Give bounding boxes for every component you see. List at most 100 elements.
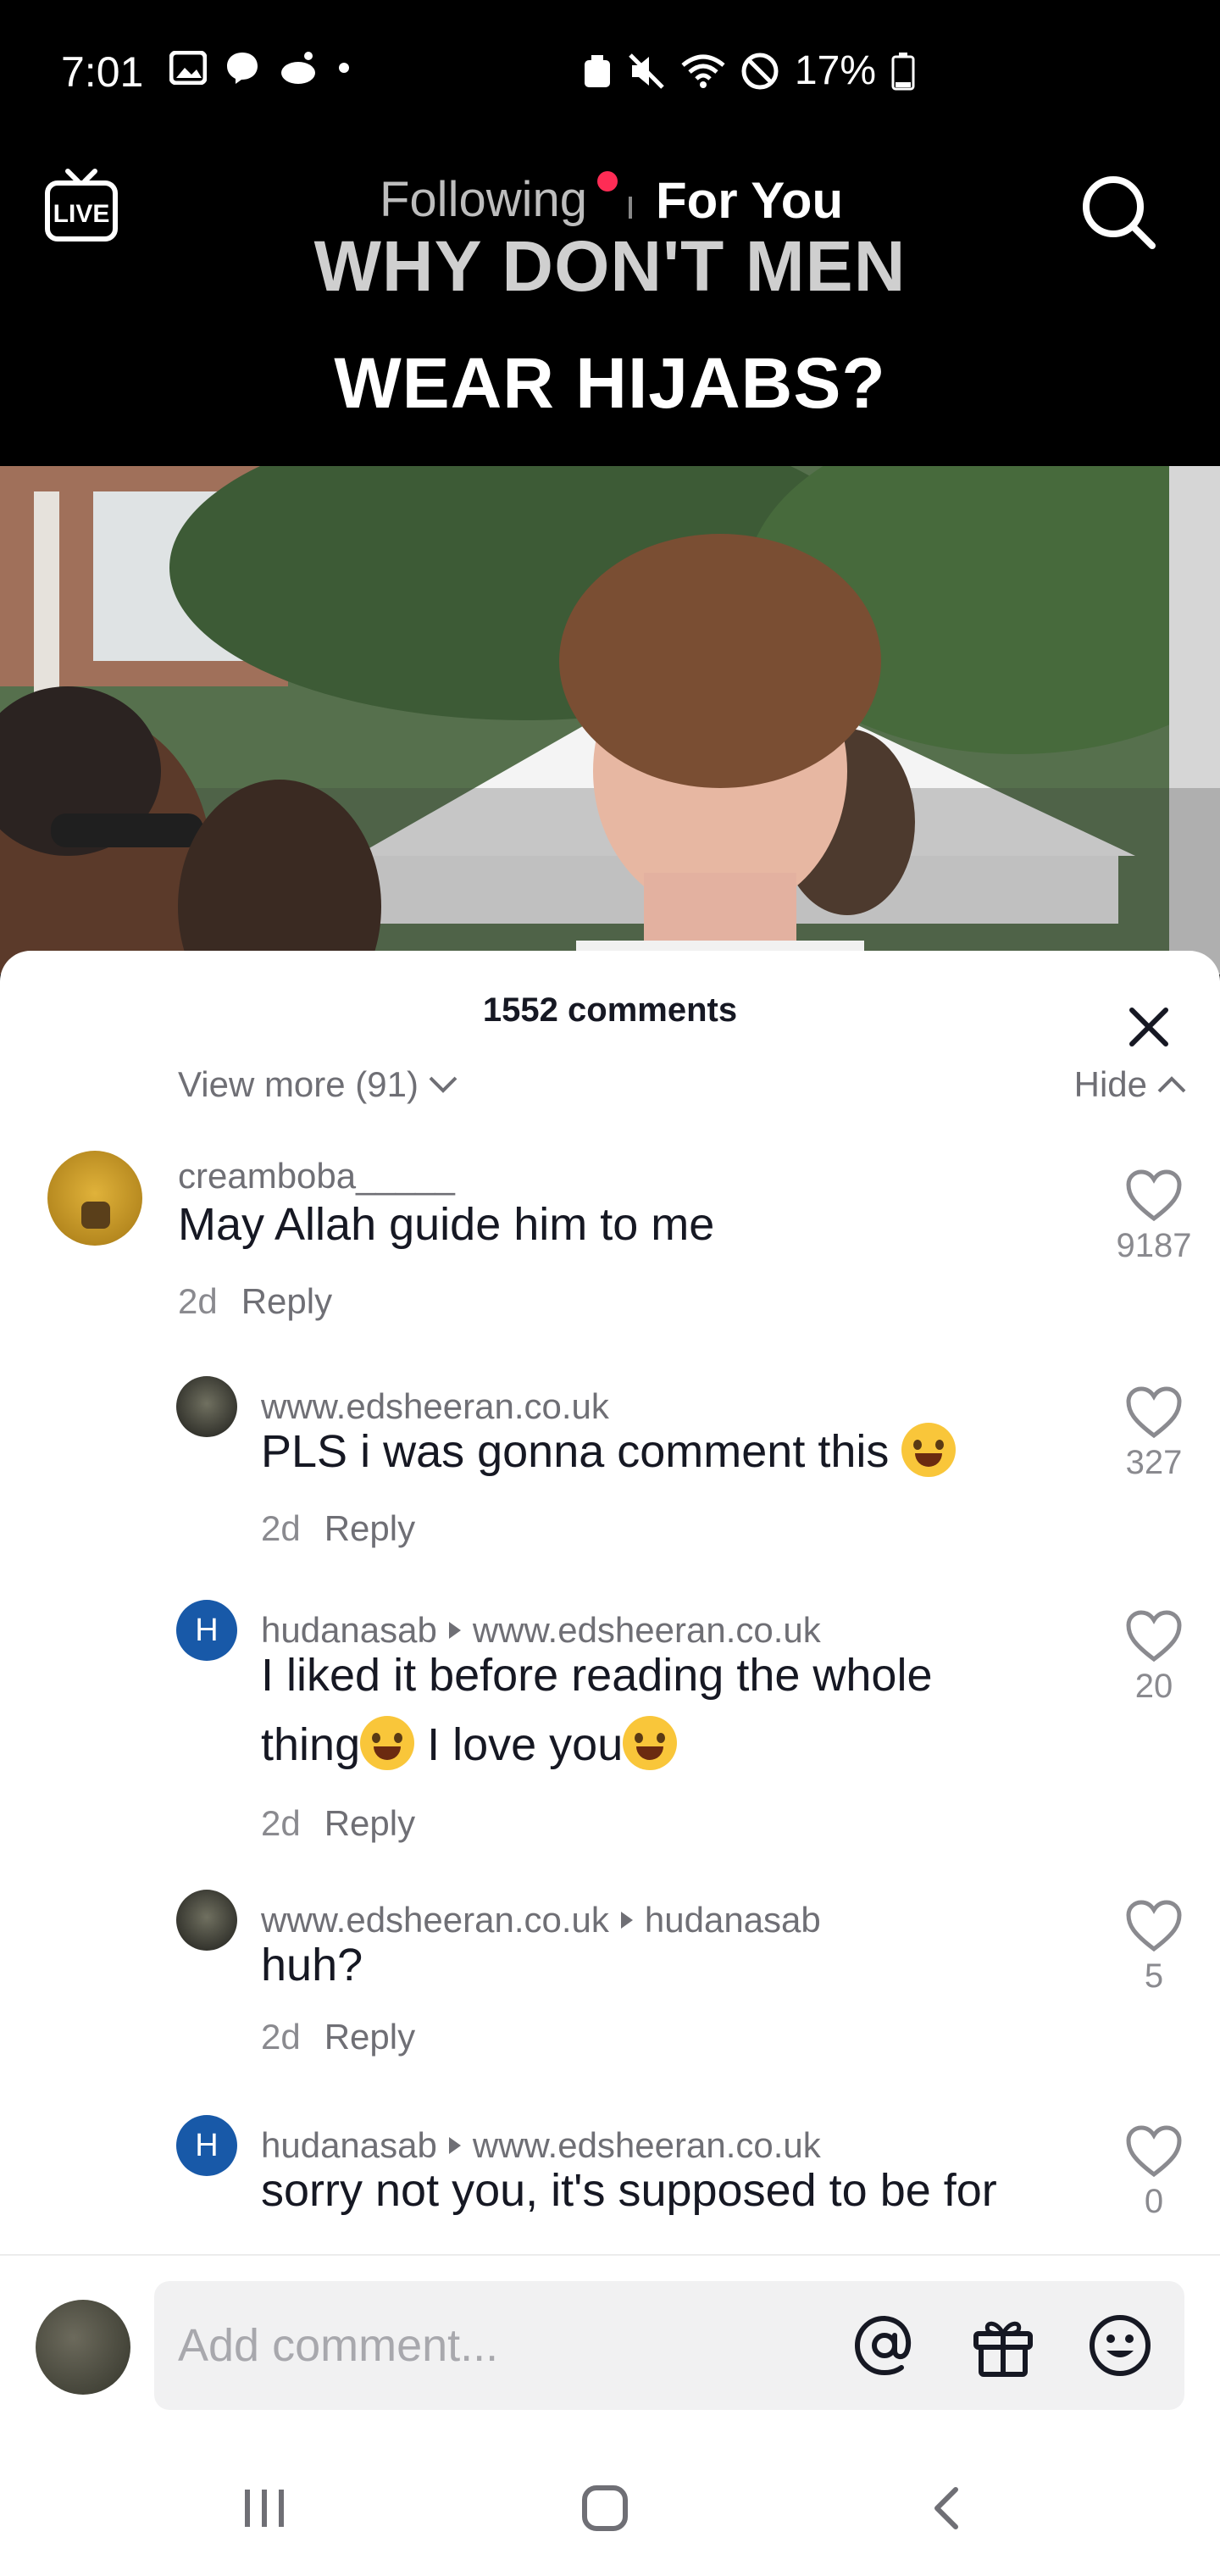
reply-button[interactable]: Reply bbox=[324, 1803, 415, 1843]
heart-icon bbox=[1126, 1169, 1182, 1222]
like-button[interactable]: 327 bbox=[1103, 1386, 1205, 1482]
mention-button[interactable] bbox=[851, 2312, 918, 2379]
avatar[interactable]: H bbox=[176, 1600, 237, 1661]
system-navigation-bar bbox=[0, 2423, 1220, 2576]
do-not-disturb-icon bbox=[741, 53, 779, 89]
reply-item: H hudanasab www.edsheeran.co.uk I liked … bbox=[0, 1600, 1220, 1863]
like-button[interactable]: 20 bbox=[1103, 1610, 1205, 1706]
gallery-icon bbox=[169, 51, 207, 85]
tab-divider bbox=[629, 197, 632, 219]
avatar-letter: H bbox=[195, 1612, 219, 1648]
comment-time: 2d bbox=[261, 1803, 301, 1843]
heart-icon bbox=[1126, 2125, 1182, 2178]
vpn-icon bbox=[584, 54, 610, 87]
status-bar: 7:01 17% bbox=[0, 0, 1220, 144]
reply-button[interactable]: Reply bbox=[241, 1281, 332, 1321]
like-count: 0 bbox=[1144, 2183, 1164, 2220]
mute-icon bbox=[629, 53, 664, 89]
comments-count: 1552 comments bbox=[482, 991, 738, 1029]
gift-icon bbox=[973, 2321, 1033, 2377]
comment-meta: 2d Reply bbox=[261, 1803, 415, 1844]
top-navigation: LIVE Following For You WHY DON'T MEN WEA… bbox=[0, 144, 1220, 466]
like-count: 327 bbox=[1125, 1444, 1183, 1481]
battery-icon bbox=[891, 52, 915, 90]
comment-meta: 2d Reply bbox=[261, 2017, 415, 2057]
reddit-icon bbox=[281, 52, 315, 84]
reply-to-arrow-icon bbox=[620, 1912, 633, 1929]
new-content-dot bbox=[597, 171, 618, 192]
chevron-down-icon bbox=[429, 1076, 458, 1093]
notification-icons bbox=[169, 51, 351, 85]
reply-to-arrow-icon bbox=[448, 2137, 461, 2154]
like-count: 20 bbox=[1134, 1668, 1173, 1705]
view-more-replies-button[interactable]: View more (91) bbox=[178, 1064, 459, 1105]
smiley-icon bbox=[1090, 2315, 1151, 2376]
comment-text: huh? bbox=[261, 1940, 363, 1990]
comment-time: 2d bbox=[178, 1281, 218, 1321]
video-caption-line-2: WEAR HIJABS? bbox=[334, 343, 886, 423]
avatar[interactable] bbox=[176, 1376, 237, 1437]
reply-item: H hudanasab www.edsheeran.co.uk sorry no… bbox=[0, 2115, 1220, 2251]
like-button[interactable]: 5 bbox=[1103, 1900, 1205, 1996]
laughing-face-emoji-icon bbox=[623, 1716, 678, 1770]
recent-apps-icon[interactable] bbox=[239, 2483, 290, 2534]
comment-meta: 2d Reply bbox=[261, 1508, 415, 1549]
like-count: 5 bbox=[1144, 1957, 1164, 1995]
comment-text-line: I liked it before reading the whole bbox=[261, 1650, 933, 1701]
like-button[interactable]: 0 bbox=[1103, 2125, 1205, 2221]
avatar[interactable]: H bbox=[176, 2115, 237, 2176]
reply-button[interactable]: Reply bbox=[324, 2017, 415, 2057]
chat-icon bbox=[227, 53, 258, 84]
comment-input[interactable] bbox=[178, 2313, 822, 2378]
avatar-letter: H bbox=[195, 2127, 219, 2163]
reply-button[interactable]: Reply bbox=[324, 1508, 415, 1548]
comment-input-container[interactable] bbox=[154, 2281, 1184, 2410]
avatar-image bbox=[81, 1202, 110, 1229]
comment-time: 2d bbox=[261, 1508, 301, 1548]
laughing-face-emoji-icon bbox=[360, 1716, 415, 1770]
comment-text: May Allah guide him to me bbox=[178, 1199, 715, 1250]
gift-button[interactable] bbox=[969, 2312, 1037, 2379]
view-more-label: View more (91) bbox=[178, 1064, 419, 1104]
avatar[interactable] bbox=[176, 1890, 237, 1951]
chevron-up-icon bbox=[1157, 1076, 1186, 1093]
my-avatar bbox=[36, 2300, 130, 2395]
close-comments-button[interactable] bbox=[1123, 1002, 1174, 1052]
comment-text: sorry not you, it's supposed to be for bbox=[261, 2165, 997, 2216]
video-still bbox=[0, 466, 1220, 974]
reply-to-username: hudanasab bbox=[644, 1900, 821, 1940]
hide-replies-button[interactable]: Hide bbox=[1074, 1064, 1188, 1105]
comment-text-content: PLS i was gonna comment this bbox=[261, 1426, 890, 1477]
svg-text:LIVE: LIVE bbox=[53, 200, 110, 228]
video-frame[interactable] bbox=[0, 466, 1220, 974]
at-icon bbox=[854, 2315, 912, 2376]
comment-text-line: thing I love you bbox=[261, 1710, 933, 1779]
comment-text-part: thing bbox=[261, 1719, 361, 1770]
like-button[interactable]: 9187 bbox=[1103, 1169, 1205, 1265]
heart-icon bbox=[1126, 1386, 1182, 1439]
comment-text: I liked it before reading the whole thin… bbox=[261, 1641, 933, 1779]
comment-input-bar bbox=[0, 2254, 1220, 2423]
avatar[interactable] bbox=[47, 1151, 142, 1246]
close-icon bbox=[1129, 1008, 1168, 1046]
like-count: 9187 bbox=[1116, 1227, 1192, 1264]
comment-meta: 2d Reply bbox=[178, 1281, 332, 1322]
video-caption-line-1: WHY DON'T MEN bbox=[313, 226, 907, 306]
emoji-button[interactable] bbox=[1086, 2312, 1154, 2379]
comment-text: PLS i was gonna comment this bbox=[261, 1417, 957, 1486]
hide-label: Hide bbox=[1073, 1064, 1147, 1104]
comment-item: creamboba_____ May Allah guide him to me… bbox=[0, 1151, 1220, 1337]
comment-text-part: I love you bbox=[414, 1719, 624, 1770]
crying-face-emoji-icon bbox=[901, 1423, 957, 1477]
system-icons: 17% bbox=[583, 47, 915, 94]
back-icon[interactable] bbox=[923, 2483, 974, 2534]
battery-percent: 17% bbox=[794, 48, 876, 93]
reply-item: www.edsheeran.co.uk PLS i was gonna comm… bbox=[0, 1376, 1220, 1563]
wifi-icon bbox=[681, 54, 725, 88]
tab-for-you[interactable]: For You bbox=[656, 171, 843, 230]
status-time: 7:01 bbox=[61, 48, 144, 96]
reply-to-arrow-icon bbox=[448, 1622, 461, 1639]
reply-item: www.edsheeran.co.uk hudanasab huh? 2d Rep… bbox=[0, 1890, 1220, 2076]
tab-following[interactable]: Following bbox=[380, 171, 587, 228]
home-icon[interactable] bbox=[580, 2483, 630, 2534]
